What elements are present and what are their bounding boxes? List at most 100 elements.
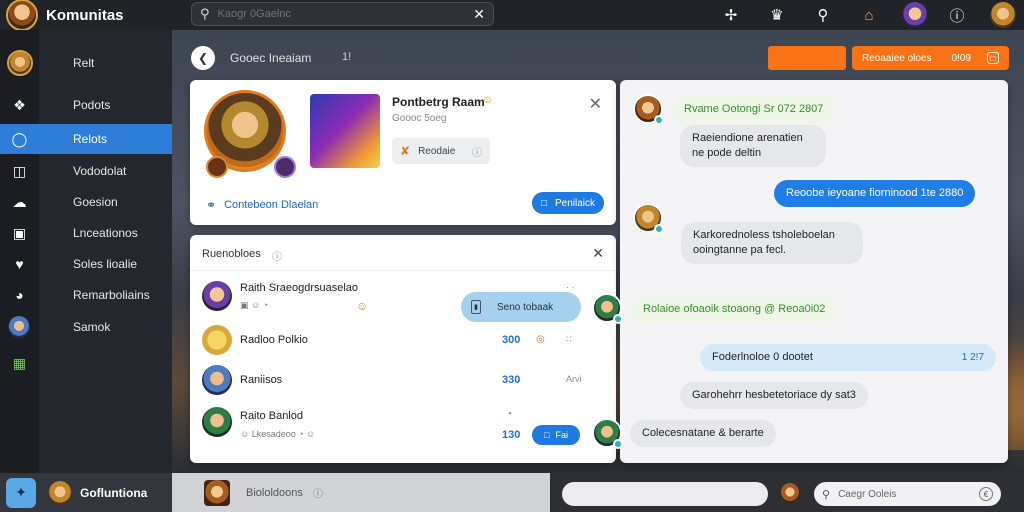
chat-avatar[interactable] bbox=[592, 293, 623, 324]
close-icon[interactable]: ✕ bbox=[589, 94, 602, 114]
app-title: Komunitas bbox=[46, 6, 124, 24]
page-title: Gooec Ineaiam bbox=[230, 51, 312, 65]
sidebar-item-label: Remarboliains bbox=[73, 288, 150, 302]
game-thumbnail[interactable] bbox=[310, 94, 380, 168]
shop-icon[interactable]: ⌂ bbox=[858, 4, 880, 26]
sidebar: Relt ❖ Podots ◯ Relots ◫ Vododolat ☁ Goe… bbox=[0, 30, 179, 473]
member-emoji: ☺ bbox=[356, 299, 369, 313]
member-extra: · · bbox=[566, 282, 575, 292]
chat-avatar[interactable] bbox=[592, 418, 623, 449]
top-search-bar[interactable]: ⚲ ✕ bbox=[191, 2, 494, 26]
avatar bbox=[202, 281, 232, 311]
sidebar-item-label: Goesion bbox=[73, 195, 118, 209]
members-card: Ruenobloes ⓘ ✕ Raith Sraeogdrsuaselao ▣ … bbox=[190, 235, 616, 463]
info-icon[interactable]: € bbox=[979, 487, 993, 501]
orange-action-button[interactable] bbox=[768, 46, 846, 70]
sidebar-item-lnceationos[interactable]: ▣ Lnceationos bbox=[0, 218, 172, 248]
member-row[interactable]: Raito Banlod ☺ Lkesadeoo ◔ ☺ 130 ◔ □ Fai bbox=[190, 405, 616, 445]
search-icon: ⚲ bbox=[200, 6, 210, 21]
sidebar-item-label: Soles lioalie bbox=[73, 257, 138, 271]
message-input[interactable] bbox=[562, 482, 768, 506]
close-icon[interactable]: ✕ bbox=[473, 6, 485, 23]
profile-tag-label: Reodaie bbox=[418, 145, 456, 157]
avatar bbox=[202, 325, 232, 355]
bottom-search-bar[interactable]: ⚲ Caegr Ooleis € bbox=[814, 482, 1001, 506]
chat-avatar[interactable] bbox=[633, 94, 664, 125]
level-badge bbox=[274, 156, 296, 178]
window-icon: □ bbox=[987, 52, 999, 64]
brand[interactable]: Komunitas bbox=[6, 0, 124, 31]
controller-icon[interactable]: ♛ bbox=[766, 4, 788, 26]
avatar bbox=[202, 407, 232, 437]
chat-message: Rolaioe ofoaoik stoaong @ Reoa0i02 bbox=[631, 296, 838, 323]
bottom-user-area[interactable]: ✦ Gofluntiona bbox=[0, 473, 172, 512]
bottom-search-placeholder: Caegr Ooleis bbox=[838, 488, 897, 500]
back-icon[interactable]: ❮ bbox=[191, 46, 215, 70]
avatar[interactable] bbox=[780, 483, 800, 503]
online-indicator bbox=[613, 314, 623, 324]
sidebar-item-label: Podots bbox=[73, 98, 111, 112]
game-tile-icon[interactable]: ✦ bbox=[6, 477, 36, 508]
member-row[interactable]: Radloo Polkio 300 ∷ ◎ bbox=[190, 323, 616, 363]
sidebar-item-vodolat[interactable]: ◫ Vododolat bbox=[0, 156, 172, 186]
sidebar-item-calendar[interactable]: ▦ bbox=[0, 348, 39, 378]
sidebar-item-podots[interactable]: ❖ Podots bbox=[0, 90, 172, 120]
sidebar-item-relt[interactable]: Relt bbox=[0, 48, 172, 78]
sidebar-item-label: Relt bbox=[73, 56, 95, 70]
member-name: Raniisos bbox=[240, 374, 283, 386]
bag-icon: ◫ bbox=[12, 162, 27, 179]
shirt-icon[interactable]: ✢ bbox=[720, 4, 742, 26]
character-thumbnail bbox=[204, 479, 230, 506]
puzzle-icon: ❖ bbox=[13, 96, 26, 113]
app-logo-avatar bbox=[6, 0, 38, 31]
profile-action-button[interactable]: □ Penilaick bbox=[532, 192, 604, 214]
sidebar-item-label: Relots bbox=[73, 132, 108, 146]
cloud-icon: ☁ bbox=[12, 193, 27, 210]
pill-value: 0!09 bbox=[951, 52, 971, 64]
chat-message-text: Foderlnoloe 0 dootet bbox=[712, 351, 813, 363]
chat-message: Raeiendione arenatien ne pode deltin bbox=[680, 125, 826, 167]
orange-status-pill[interactable]: Reoaaiee oloes 0!09 □ bbox=[852, 46, 1009, 70]
profile-link[interactable]: ⚭ Contebeon Dlaelan bbox=[206, 198, 318, 212]
chat-message: Colecesnatane & berarte bbox=[630, 420, 776, 447]
members-title: Ruenobloes bbox=[202, 248, 261, 260]
profile-link-label: Contebeon Dlaelan bbox=[224, 199, 319, 211]
online-indicator bbox=[654, 224, 664, 234]
member-sub: ☺ Lkesadeoo ◔ ☺ bbox=[240, 429, 316, 439]
copy-icon: □ bbox=[544, 430, 550, 440]
bottom-middle-text: Biololdoons bbox=[246, 486, 303, 499]
chat-message: Garohehrr hesbetetoriace dy sat3 bbox=[680, 382, 868, 409]
sidebar-item-relots[interactable]: ◯ Relots bbox=[0, 124, 179, 154]
member-score: 330 bbox=[502, 374, 521, 386]
phone-icon: ▮ bbox=[471, 300, 481, 314]
members-header: Ruenobloes ⓘ ✕ bbox=[190, 235, 616, 271]
search-icon[interactable]: ⚲ bbox=[812, 4, 834, 26]
profile-tag[interactable]: ✘ Reodaie ⓘ bbox=[392, 138, 490, 164]
friend-avatar[interactable] bbox=[902, 2, 928, 28]
profile-subtitle: Goooc 5oeg bbox=[392, 113, 447, 124]
user-avatar[interactable] bbox=[990, 2, 1016, 28]
gamepad-icon: ◯ bbox=[11, 130, 28, 147]
bottom-input-area: ⚲ Caegr Ooleis € bbox=[550, 473, 1024, 512]
member-name: Raito Banlod bbox=[240, 410, 303, 422]
member-sub: ▣ ☺ ◔ bbox=[240, 300, 269, 310]
chat-message: Reoobe ieyoane fiorninood 1te 2880 bbox=[774, 180, 976, 207]
member-extra: Arvi bbox=[566, 374, 582, 384]
close-icon[interactable]: ✕ bbox=[592, 245, 604, 262]
sidebar-item-samok[interactable]: Samok bbox=[0, 312, 172, 342]
sidebar-item-soles[interactable]: ♥ Soles lioalie bbox=[0, 249, 172, 279]
chat-avatar[interactable] bbox=[633, 203, 664, 234]
page-header: ❮ Gooec Ineaiam 1! Reoaaiee oloes 0!09 □ bbox=[172, 30, 1024, 78]
profile-name: Pontbetrg Raam bbox=[392, 95, 485, 109]
member-emoji: ◔ bbox=[506, 409, 513, 420]
info-icon: ⓘ bbox=[472, 147, 482, 159]
info-icon[interactable]: ⓘ bbox=[946, 4, 968, 26]
member-row[interactable]: Raniisos 330 Arvi bbox=[190, 363, 616, 403]
avatar bbox=[202, 365, 232, 395]
sidebar-item-goesion[interactable]: ☁ Goesion bbox=[0, 187, 172, 217]
top-search-input[interactable] bbox=[217, 8, 474, 20]
member-emoji: ◎ bbox=[536, 334, 545, 345]
chat-quick-action[interactable]: ▮ Seno tobaak bbox=[461, 292, 581, 322]
member-action-button[interactable]: □ Fai bbox=[532, 425, 580, 445]
sidebar-item-remarboliains[interactable]: ◕ Remarboliains bbox=[0, 280, 172, 310]
